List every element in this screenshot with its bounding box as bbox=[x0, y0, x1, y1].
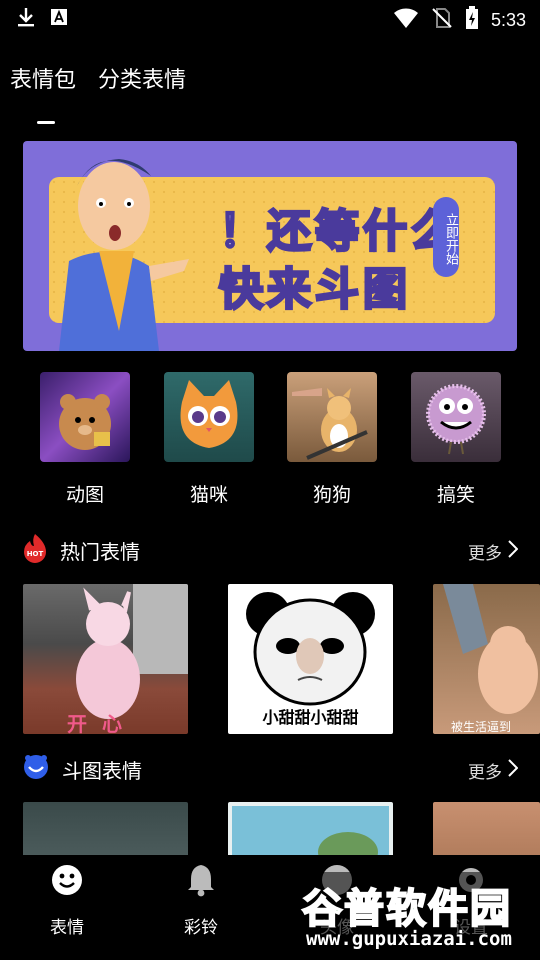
download-icon bbox=[16, 6, 36, 32]
cat-icon bbox=[164, 372, 254, 462]
watermark-title: 谷普软件园 bbox=[301, 885, 512, 933]
category-funny[interactable]: 搞笑 bbox=[410, 372, 502, 507]
fuzzball-icon bbox=[411, 372, 501, 462]
nav-label: 彩铃 bbox=[184, 918, 218, 938]
section-title: 热门表情 bbox=[60, 539, 140, 564]
banner-start-tag: 立即开始 bbox=[433, 197, 459, 277]
more-label: 更多 bbox=[468, 544, 502, 564]
emoji-card[interactable]: 被生活逼到 bbox=[433, 584, 540, 734]
card-caption: 小甜甜小甜甜 bbox=[262, 708, 359, 727]
banner-title-line2: 快来斗图 bbox=[218, 263, 411, 317]
bell-icon bbox=[186, 865, 216, 901]
emoji-card[interactable]: 小甜甜小甜甜 bbox=[228, 584, 393, 734]
nav-label: 表情 bbox=[50, 918, 84, 938]
card-caption: 开 心 bbox=[67, 712, 126, 734]
chevron-right-icon bbox=[508, 540, 519, 563]
category-label: 动图 bbox=[65, 484, 104, 506]
top-tabs: 表情包 分类表情 bbox=[10, 62, 186, 94]
chevron-right-icon bbox=[508, 759, 519, 782]
category-cats[interactable]: 猫咪 bbox=[163, 372, 255, 507]
hot-icon: HOT bbox=[22, 533, 48, 567]
wifi-icon bbox=[393, 7, 419, 33]
font-a-icon bbox=[50, 8, 68, 30]
doutu-emoji-strip bbox=[23, 802, 540, 855]
card-caption: 被生活逼到 bbox=[451, 720, 512, 734]
promo-banner[interactable]: ！还等什么 快来斗图 立即开始 bbox=[23, 141, 517, 351]
nav-emoji[interactable]: 表情 bbox=[32, 863, 102, 938]
emoji-card[interactable] bbox=[433, 802, 540, 855]
section-title: 斗图表情 bbox=[62, 758, 142, 783]
dog-icon bbox=[287, 372, 377, 462]
hot-icon-label: HOT bbox=[27, 550, 44, 558]
emoji-card[interactable] bbox=[23, 802, 188, 855]
category-label: 狗狗 bbox=[312, 484, 351, 506]
more-link-hot[interactable]: 更多 bbox=[468, 539, 519, 564]
clock: 5:33 bbox=[490, 9, 526, 30]
status-bar: 5:33 bbox=[0, 0, 540, 36]
bear-icon bbox=[40, 372, 130, 462]
cartoon-man-illustration bbox=[59, 159, 189, 351]
watermark-url: www.gupuxiazai.com bbox=[306, 928, 512, 950]
tab-emoji-packs[interactable]: 表情包 bbox=[10, 62, 76, 94]
more-link-doutu[interactable]: 更多 bbox=[468, 758, 519, 783]
no-sim-icon bbox=[431, 7, 453, 33]
more-label: 更多 bbox=[468, 763, 502, 783]
section-header-doutu: 斗图表情 更多 bbox=[22, 754, 519, 784]
category-row: 动图 猫咪 狗狗 搞笑 bbox=[0, 372, 540, 522]
battery-charging-icon bbox=[465, 6, 479, 34]
category-label: 搞笑 bbox=[436, 484, 475, 506]
smile-face-icon bbox=[22, 754, 50, 784]
category-animated[interactable]: 动图 bbox=[39, 372, 131, 507]
hot-emoji-strip: 开 心 小甜甜小甜甜 被生活逼到 bbox=[23, 584, 540, 734]
site-watermark: 谷普软件园 www.gupuxiazai.com bbox=[296, 872, 540, 956]
emoji-card[interactable]: 开 心 bbox=[23, 584, 188, 734]
smiley-icon bbox=[50, 865, 84, 901]
active-tab-indicator bbox=[37, 121, 55, 124]
nav-ringtone[interactable]: 彩铃 bbox=[166, 863, 236, 938]
category-label: 猫咪 bbox=[189, 484, 228, 506]
emoji-card[interactable] bbox=[228, 802, 393, 855]
category-dogs[interactable]: 狗狗 bbox=[286, 372, 378, 507]
banner-title-line1: ！还等什么 bbox=[218, 205, 459, 259]
tab-category-emoji[interactable]: 分类表情 bbox=[98, 62, 186, 94]
section-header-hot: HOT 热门表情 更多 bbox=[22, 533, 519, 567]
